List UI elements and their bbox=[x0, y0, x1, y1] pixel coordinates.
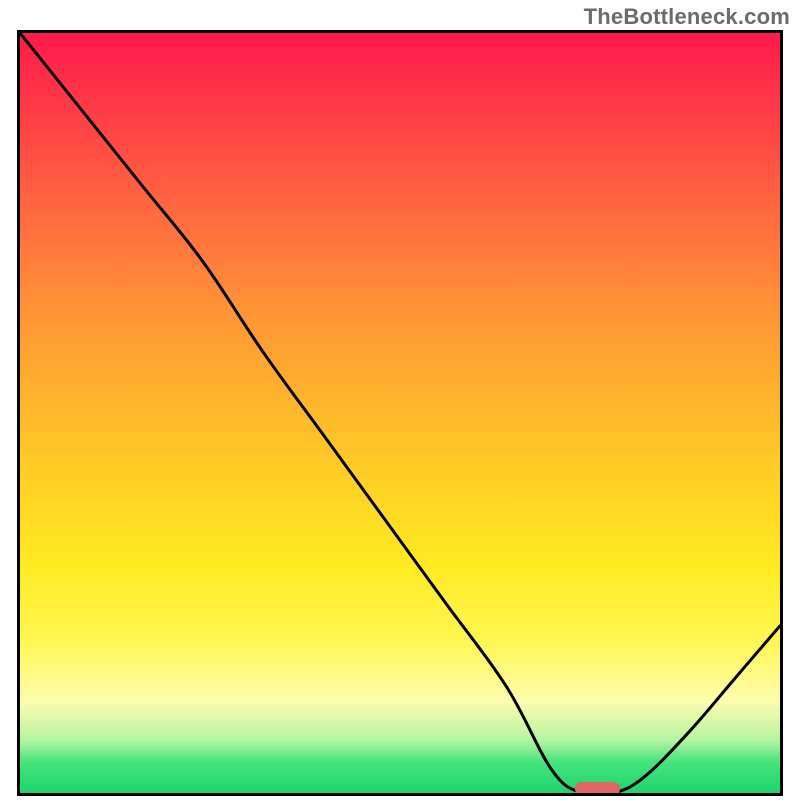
optimal-marker bbox=[575, 782, 621, 796]
watermark-text: TheBottleneck.com bbox=[584, 4, 790, 30]
bottleneck-curve bbox=[20, 33, 780, 793]
plot-area bbox=[17, 30, 783, 796]
